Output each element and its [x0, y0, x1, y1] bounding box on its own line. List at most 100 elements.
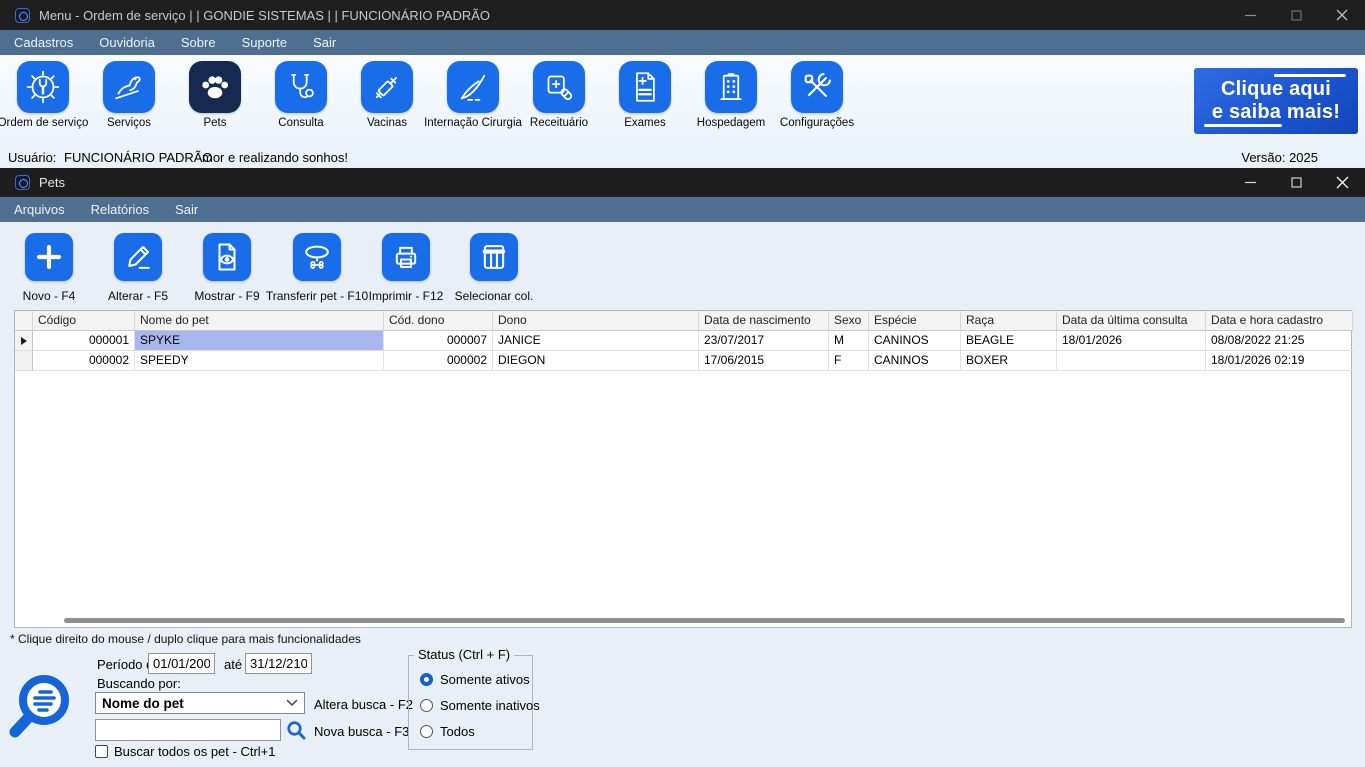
- pencil-icon: [114, 233, 162, 281]
- building-icon: [705, 61, 757, 113]
- search-list-icon: [6, 666, 88, 760]
- toolbar-label: Pets: [165, 117, 265, 130]
- row-selector-cell: [15, 331, 33, 351]
- main-body: Ordem de serviço Serviços: [0, 55, 1365, 168]
- search-magnifier-icon[interactable]: [284, 719, 308, 741]
- toolbar-item-consulta[interactable]: Consulta: [258, 61, 344, 130]
- toolbar-item-ordem-de-servico[interactable]: Ordem de serviço: [0, 61, 86, 130]
- alter-search-label: Altera busca - F2: [314, 697, 413, 712]
- period-to-input[interactable]: [245, 653, 312, 674]
- promo-banner[interactable]: Clique aqui e saiba mais!: [1194, 68, 1358, 134]
- cell-dono[interactable]: DIEGON: [493, 351, 699, 371]
- toolbar-label: Configurações: [767, 117, 867, 130]
- toolbar-label: Hospedagem: [681, 117, 781, 130]
- cell-dono[interactable]: JANICE: [493, 331, 699, 351]
- radio-somente-inativos[interactable]: Somente inativos: [420, 698, 540, 713]
- maximize-icon[interactable]: [1273, 168, 1319, 197]
- searching-by-label: Buscando por:: [97, 676, 181, 691]
- radio-somente-ativos[interactable]: Somente ativos: [420, 672, 530, 687]
- menu-suporte[interactable]: Suporte: [242, 35, 302, 50]
- button-selecionar-colunas[interactable]: Selecionar col.: [434, 233, 554, 303]
- pets-body: Novo - F4 Alterar - F5 Mo: [0, 222, 1365, 767]
- horizontal-scrollbar[interactable]: [64, 618, 1345, 623]
- plus-icon: [25, 233, 73, 281]
- cell-raca[interactable]: BOXER: [961, 351, 1057, 371]
- col-cod-dono[interactable]: Cód. dono: [384, 311, 493, 331]
- document-eye-icon: [203, 233, 251, 281]
- cell-nome-do-pet-selected[interactable]: SPYKE: [135, 331, 384, 351]
- toolbar-label: Vacinas: [337, 117, 437, 130]
- period-from-input[interactable]: [148, 653, 215, 674]
- chevron-down-icon: [286, 699, 298, 707]
- dog-icon: [103, 61, 155, 113]
- pets-menubar: Arquivos Relatórios Sair: [0, 197, 1365, 222]
- toolbar-item-servicos[interactable]: Serviços: [86, 61, 172, 130]
- cell-sexo[interactable]: F: [829, 351, 869, 371]
- toolbar-item-pets[interactable]: Pets: [172, 61, 258, 130]
- stethoscope-icon: [275, 61, 327, 113]
- user-value: FUNCIONÁRIO PADRÃO: [64, 150, 213, 165]
- cell-codigo[interactable]: 000001: [33, 331, 135, 351]
- search-by-select[interactable]: Nome do pet: [95, 692, 305, 714]
- cell-data-nascimento[interactable]: 17/06/2015: [699, 351, 829, 371]
- printer-icon: [382, 233, 430, 281]
- until-label: até: [224, 657, 242, 672]
- toolbar-item-vacinas[interactable]: Vacinas: [344, 61, 430, 130]
- menu-sair[interactable]: Sair: [175, 202, 212, 217]
- cell-nome-do-pet[interactable]: SPEEDY: [135, 351, 384, 371]
- banner-line1: Clique aqui: [1221, 78, 1331, 101]
- table-row[interactable]: 000001 SPYKE 000007 JANICE 23/07/2017 M …: [15, 331, 1351, 351]
- menu-ouvidoria[interactable]: Ouvidoria: [99, 35, 169, 50]
- cell-ultima-consulta[interactable]: [1057, 351, 1206, 371]
- radio-icon: [420, 699, 433, 712]
- cell-cod-dono[interactable]: 000007: [384, 331, 493, 351]
- cell-especie[interactable]: CANINOS: [869, 331, 961, 351]
- col-nome-do-pet[interactable]: Nome do pet: [135, 311, 384, 331]
- col-ultima-consulta[interactable]: Data da última consulta: [1057, 311, 1206, 331]
- cell-data-hora-cadastro[interactable]: 18/01/2026 02:19: [1206, 351, 1353, 371]
- search-all-checkbox[interactable]: [95, 745, 108, 758]
- radio-label: Todos: [440, 724, 475, 739]
- user-label: Usuário:: [8, 150, 56, 165]
- radio-todos[interactable]: Todos: [420, 724, 475, 739]
- toolbar-label: Exames: [595, 117, 695, 130]
- search-input[interactable]: [95, 719, 281, 741]
- toolbar-item-receituario[interactable]: Receituário: [516, 61, 602, 130]
- col-raca[interactable]: Raça: [961, 311, 1057, 331]
- cell-ultima-consulta[interactable]: 18/01/2026: [1057, 331, 1206, 351]
- cell-raca[interactable]: BEAGLE: [961, 331, 1057, 351]
- menu-sobre[interactable]: Sobre: [181, 35, 230, 50]
- main-menubar: Cadastros Ouvidoria Sobre Suporte Sair: [0, 30, 1365, 55]
- toolbar-item-internacao-cirurgia[interactable]: Internação Cirurgia: [430, 61, 516, 130]
- col-data-nascimento[interactable]: Data de nascimento: [699, 311, 829, 331]
- search-all-label: Buscar todos os pet - Ctrl+1: [114, 744, 276, 759]
- close-icon[interactable]: [1319, 168, 1365, 197]
- col-data-hora-cadastro[interactable]: Data e hora cadastro: [1206, 311, 1353, 331]
- tools-icon: [791, 61, 843, 113]
- toolbar-item-hospedagem[interactable]: Hospedagem: [688, 61, 774, 130]
- cell-especie[interactable]: CANINOS: [869, 351, 961, 371]
- menu-cadastros[interactable]: Cadastros: [14, 35, 87, 50]
- col-especie[interactable]: Espécie: [869, 311, 961, 331]
- cell-cod-dono[interactable]: 000002: [384, 351, 493, 371]
- maximize-icon[interactable]: [1273, 0, 1319, 30]
- menu-relatorios[interactable]: Relatórios: [91, 202, 164, 217]
- minimize-icon[interactable]: [1227, 168, 1273, 197]
- col-codigo[interactable]: Código: [33, 311, 135, 331]
- cell-data-nascimento[interactable]: 23/07/2017: [699, 331, 829, 351]
- main-window: Menu - Ordem de serviço | | GONDIE SISTE…: [0, 0, 1365, 168]
- toolbar-item-exames[interactable]: Exames: [602, 61, 688, 130]
- menu-sair[interactable]: Sair: [313, 35, 350, 50]
- col-sexo[interactable]: Sexo: [829, 311, 869, 331]
- minimize-icon[interactable]: [1227, 0, 1273, 30]
- cell-codigo[interactable]: 000002: [33, 351, 135, 371]
- menu-arquivos[interactable]: Arquivos: [14, 202, 79, 217]
- table-row[interactable]: 000002 SPEEDY 000002 DIEGON 17/06/2015 F…: [15, 351, 1351, 371]
- col-dono[interactable]: Dono: [493, 311, 699, 331]
- main-titlebar: Menu - Ordem de serviço | | GONDIE SISTE…: [0, 0, 1365, 30]
- toolbar-item-configuracoes[interactable]: Configurações: [774, 61, 860, 130]
- close-icon[interactable]: [1319, 0, 1365, 30]
- cell-data-hora-cadastro[interactable]: 08/08/2022 21:25: [1206, 331, 1353, 351]
- cell-sexo[interactable]: M: [829, 331, 869, 351]
- toolbar-label: Receituário: [509, 117, 609, 130]
